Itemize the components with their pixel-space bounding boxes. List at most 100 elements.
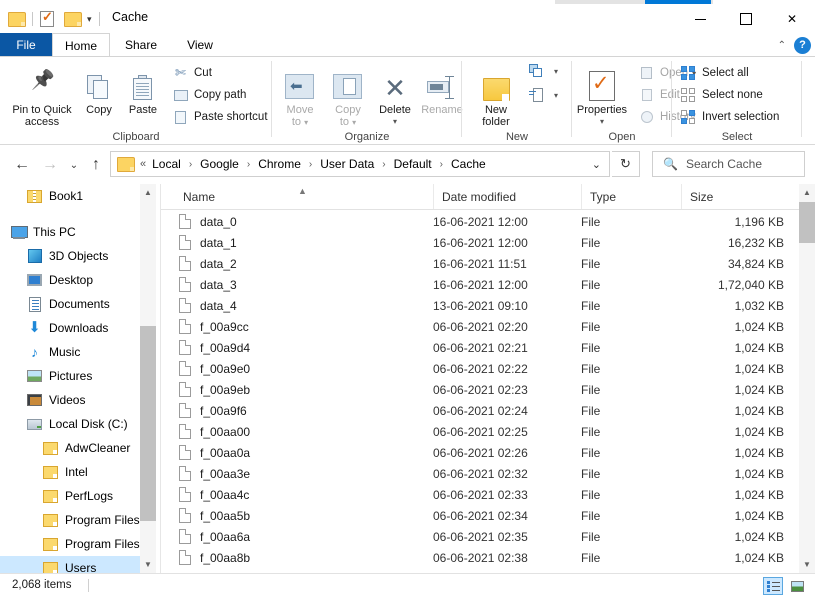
table-row[interactable]: f_00aa4c06-06-2021 02:33File1,024 KB <box>161 484 799 505</box>
table-row[interactable]: f_00a9d406-06-2021 02:21File1,024 KB <box>161 337 799 358</box>
breadcrumb-cache[interactable]: Cache <box>449 157 488 171</box>
table-row[interactable]: f_00aa0006-06-2021 02:25File1,024 KB <box>161 421 799 442</box>
breadcrumb-overflow-icon[interactable]: « <box>140 158 146 170</box>
table-row[interactable]: data_116-06-2021 12:00File16,232 KB <box>161 232 799 253</box>
easy-access-button[interactable]: ▾ <box>528 87 558 103</box>
sidebar-item-adwcleaner[interactable]: AdwCleaner <box>0 436 140 460</box>
table-row[interactable]: data_216-06-2021 11:51File34,824 KB <box>161 253 799 274</box>
maximize-button[interactable] <box>723 4 769 34</box>
tab-share[interactable]: Share <box>110 33 172 57</box>
sidebar-item-3d-objects[interactable]: 3D Objects <box>0 244 140 268</box>
breadcrumb-google[interactable]: Google <box>198 157 241 171</box>
invert-selection-button[interactable]: Invert selection <box>680 109 779 125</box>
breadcrumb-separator-1[interactable]: › <box>183 159 198 170</box>
folder-icon[interactable] <box>8 12 25 26</box>
breadcrumb-separator-2[interactable]: › <box>241 159 256 170</box>
select-all-button[interactable]: Select all <box>680 65 749 81</box>
column-header-size[interactable]: Size <box>681 184 786 209</box>
new-folder-icon[interactable] <box>64 12 81 26</box>
sidebar-item-documents[interactable]: Documents <box>0 292 140 316</box>
large-icons-view-button[interactable] <box>787 577 807 595</box>
table-row[interactable]: data_413-06-2021 09:10File1,032 KB <box>161 295 799 316</box>
sidebar-item-intel[interactable]: Intel <box>0 460 140 484</box>
copy-button[interactable]: Copy <box>78 61 120 116</box>
sidebar-item-local-disk-c[interactable]: Local Disk (C:) <box>0 412 140 436</box>
breadcrumb-separator-4[interactable]: › <box>376 159 391 170</box>
delete-chevron-icon[interactable]: ▾ <box>393 116 397 128</box>
new-item-button[interactable]: ▾ <box>528 63 558 79</box>
sidebar-item-program-files[interactable]: Program Files <box>0 508 140 532</box>
sidebar-item-book1[interactable]: Book1 <box>0 184 140 208</box>
table-row[interactable]: data_316-06-2021 12:00File1,72,040 KB <box>161 274 799 295</box>
sidebar-item-program-files[interactable]: Program Files ( <box>0 532 140 556</box>
paste-shortcut-button[interactable]: Paste shortcut <box>172 109 268 125</box>
column-header-name[interactable]: Name <box>175 184 433 209</box>
properties-button[interactable]: Properties ▾ <box>569 61 635 128</box>
table-row[interactable]: f_00a9cc06-06-2021 02:20File1,024 KB <box>161 316 799 337</box>
table-row[interactable]: f_00a9e006-06-2021 02:22File1,024 KB <box>161 358 799 379</box>
column-header-date-modified[interactable]: Date modified <box>433 184 581 209</box>
copy-to-button[interactable]: Copy to ▾ <box>324 61 372 129</box>
table-row[interactable]: data_016-06-2021 12:00File1,196 KB <box>161 211 799 232</box>
close-button[interactable]: ✕ <box>769 4 815 34</box>
sidebar-item-users[interactable]: Users <box>0 556 140 573</box>
details-view-button[interactable] <box>763 577 783 595</box>
search-box[interactable]: 🔍 Search Cache <box>652 151 805 177</box>
new-folder-button[interactable]: New folder <box>470 61 522 128</box>
tab-file[interactable]: File <box>0 33 52 57</box>
sidebar-item-videos[interactable]: Videos <box>0 388 140 412</box>
table-row[interactable]: f_00aa3e06-06-2021 02:32File1,024 KB <box>161 463 799 484</box>
properties-chevron-icon[interactable]: ▾ <box>600 116 604 128</box>
table-row[interactable]: f_00aa5b06-06-2021 02:34File1,024 KB <box>161 505 799 526</box>
forward-button[interactable]: → <box>38 154 62 176</box>
scroll-up-icon[interactable]: ▲ <box>140 184 156 201</box>
table-row[interactable]: f_00aa8b06-06-2021 02:38File1,024 KB <box>161 547 799 568</box>
search-input[interactable]: Search Cache <box>686 157 762 171</box>
help-button[interactable]: ? <box>794 37 811 54</box>
tab-home[interactable]: Home <box>52 33 110 57</box>
breadcrumb-default[interactable]: Default <box>392 157 434 171</box>
breadcrumb-separator-3[interactable]: › <box>303 159 318 170</box>
sidebar-item-downloads[interactable]: ⬇Downloads <box>0 316 140 340</box>
file-scroll-up-icon[interactable]: ▲ <box>799 184 815 201</box>
table-row[interactable]: f_00a9f606-06-2021 02:24File1,024 KB <box>161 400 799 421</box>
pin-to-quick-access-button[interactable]: Pin to Quick access <box>10 61 74 128</box>
easy-access-chevron-icon[interactable]: ▾ <box>554 91 558 100</box>
sidebar-item-music[interactable]: ♪Music <box>0 340 140 364</box>
sidebar-item-desktop[interactable]: Desktop <box>0 268 140 292</box>
refresh-button[interactable]: ↻ <box>612 151 640 177</box>
new-item-chevron-icon[interactable]: ▾ <box>554 67 558 76</box>
back-button[interactable]: ← <box>10 154 34 176</box>
sidebar-item-pictures[interactable]: Pictures <box>0 364 140 388</box>
table-row[interactable]: f_00a9eb06-06-2021 02:23File1,024 KB <box>161 379 799 400</box>
collapse-ribbon-icon[interactable]: ⌃ <box>778 40 786 51</box>
properties-icon[interactable] <box>40 11 54 27</box>
minimize-button[interactable] <box>677 4 723 34</box>
scrollbar-thumb[interactable] <box>140 326 156 521</box>
address-bar[interactable]: « Local › Google › Chrome › User Data › … <box>110 151 610 177</box>
column-header-type[interactable]: Type <box>581 184 681 209</box>
scroll-down-icon[interactable]: ▼ <box>140 556 156 573</box>
copy-path-button[interactable]: Copy path <box>172 87 246 103</box>
file-list-scrollbar[interactable]: ▲ ▼ <box>799 184 815 573</box>
recent-locations-button[interactable]: ⌄ <box>62 154 86 176</box>
table-row[interactable]: f_00aa6a06-06-2021 02:35File1,024 KB <box>161 526 799 547</box>
file-scroll-down-icon[interactable]: ▼ <box>799 556 815 573</box>
table-row[interactable]: f_00aa0a06-06-2021 02:26File1,024 KB <box>161 442 799 463</box>
file-scrollbar-thumb[interactable] <box>799 202 815 243</box>
breadcrumb-local[interactable]: Local <box>150 157 183 171</box>
delete-button[interactable]: ✕ Delete ▾ <box>372 61 418 128</box>
move-to-button[interactable]: ⬅ Move to ▾ <box>276 61 324 129</box>
select-none-button[interactable]: Select none <box>680 87 763 103</box>
breadcrumb-separator-5[interactable]: › <box>434 159 449 170</box>
sidebar-item-perflogs[interactable]: PerfLogs <box>0 484 140 508</box>
address-dropdown-icon[interactable]: ⌄ <box>592 158 601 171</box>
up-button[interactable]: ↑ <box>84 154 108 176</box>
tab-view[interactable]: View <box>172 33 228 57</box>
navigation-pane-scrollbar[interactable]: ▲ ▼ <box>140 184 156 573</box>
cut-button[interactable]: ✄ Cut <box>172 65 212 81</box>
sidebar-item-this-pc[interactable]: This PC <box>0 220 140 244</box>
breadcrumb-chrome[interactable]: Chrome <box>256 157 303 171</box>
paste-button[interactable]: Paste <box>120 61 166 116</box>
breadcrumb-user-data[interactable]: User Data <box>318 157 376 171</box>
